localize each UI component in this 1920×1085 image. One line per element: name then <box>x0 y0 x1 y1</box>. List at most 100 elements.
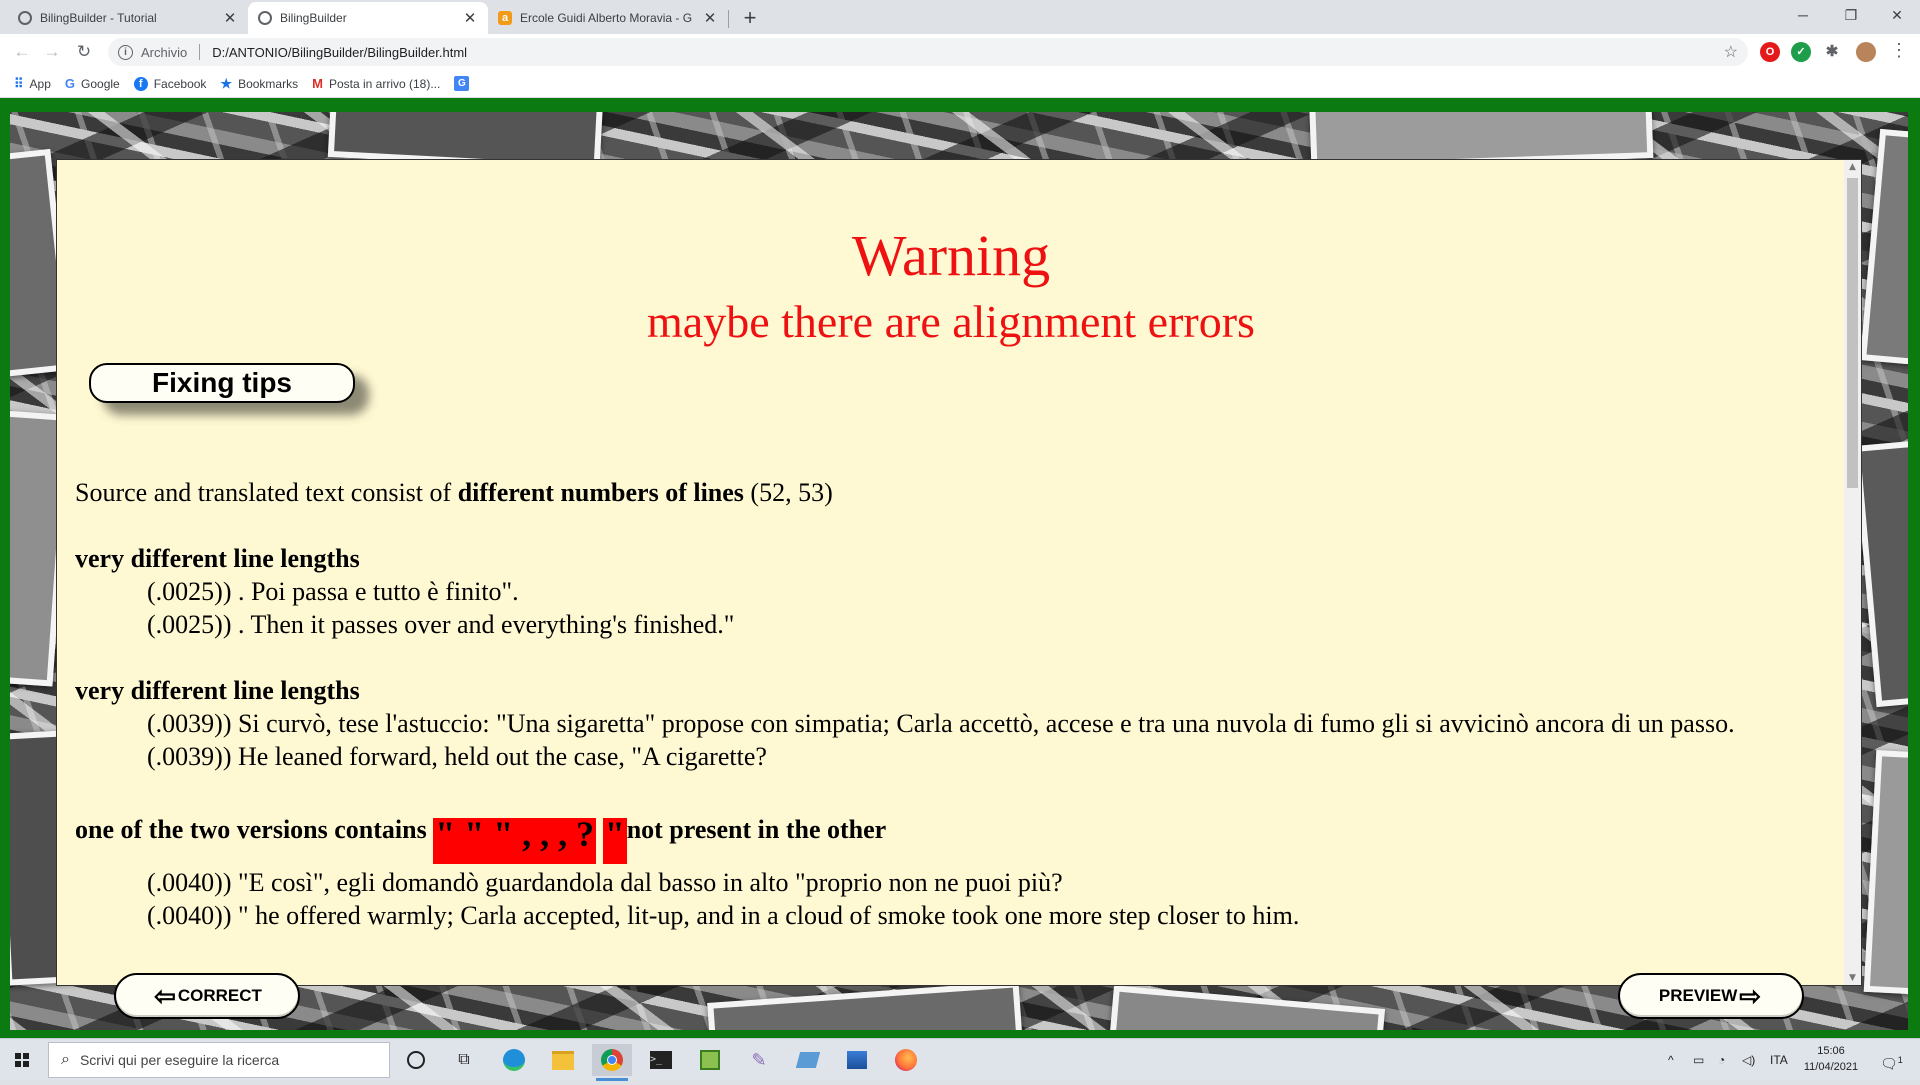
taskbar-clock[interactable]: 15:06 11/04/2021 <box>1796 1043 1866 1075</box>
issue-target-line: (.0025)) . Then it passes over and every… <box>147 610 735 639</box>
notepad-icon[interactable] <box>690 1044 730 1076</box>
address-bar[interactable]: i Archivio D:/ANTONIO/BilingBuilder/Bili… <box>108 38 1748 66</box>
extensions-puzzle-icon[interactable]: ✱ <box>1822 42 1842 62</box>
issue-source-line: (.0025)) . Poi passa e tutto è finito". <box>147 577 519 606</box>
punct-suffix: not present in the other <box>626 815 887 844</box>
cortana-icon[interactable] <box>396 1044 436 1076</box>
bookmark-label: Bookmarks <box>238 76 299 91</box>
shield-extension-icon[interactable]: ✓ <box>1791 42 1811 62</box>
browser-menu-icon[interactable]: ⋮ <box>1890 40 1908 61</box>
bookmark-google[interactable]: G Google <box>65 76 120 91</box>
language-indicator[interactable]: ITA <box>1770 1039 1788 1081</box>
app-icon[interactable] <box>788 1044 828 1076</box>
site-info-icon[interactable]: i <box>118 44 133 60</box>
tab-title: Ercole Guidi Alberto Moravia - G <box>520 11 693 25</box>
bookmarks-bar: ⠿ App G Google f Facebook ★ Bookmarks M … <box>0 70 1920 98</box>
punctuation-issue-heading: one of the two versions contains " " " ,… <box>75 813 1835 864</box>
punct-prefix: one of the two versions contains <box>75 815 434 844</box>
bookmark-star-icon[interactable]: ☆ <box>1724 42 1738 62</box>
issue-source-line: (.0040)) "E così", egli domandò guardand… <box>147 868 1063 897</box>
windows-logo-icon <box>15 1053 29 1067</box>
firefox-icon[interactable] <box>886 1044 926 1076</box>
amazon-icon: a <box>498 11 512 25</box>
paint-icon[interactable]: ✎ <box>739 1044 779 1076</box>
photos-icon[interactable] <box>837 1044 877 1076</box>
scrollbar-thumb[interactable] <box>1847 178 1858 488</box>
page-viewport: Warning maybe there are alignment errors… <box>0 98 1920 1038</box>
issue-target-line: (.0039)) He leaned forward, held out the… <box>147 742 767 771</box>
new-tab-button[interactable]: + <box>736 4 764 32</box>
tab-title: BilingBuilder - Tutorial <box>40 11 157 25</box>
clock-date: 11/04/2021 <box>1803 1061 1859 1073</box>
issue-target-line: (.0040)) " he offered warmly; Carla acce… <box>147 901 1300 930</box>
collage-photo <box>1863 750 1908 996</box>
bookmark-bookmarks[interactable]: ★ Bookmarks <box>220 76 298 92</box>
scroll-up-icon[interactable]: ▲ <box>1844 162 1861 172</box>
preview-button[interactable]: PREVIEW ⇨ <box>1618 973 1804 1019</box>
meet-now-icon[interactable]: ▭ <box>1693 1039 1704 1081</box>
punctuation-highlight: " " " , , , ? <box>433 816 597 864</box>
gmail-icon: M <box>312 76 323 91</box>
globe-icon <box>18 11 32 25</box>
tab-ercole-guidi[interactable]: a Ercole Guidi Alberto Moravia - G ✕ <box>488 2 728 34</box>
address-path[interactable]: D:/ANTONIO/BilingBuilder/BilingBuilder.h… <box>212 45 467 60</box>
tab-strip: BilingBuilder - Tutorial ✕ BilingBuilder… <box>0 0 1920 34</box>
back-arrow-icon: ⇦ <box>154 980 176 1011</box>
panel-scrollbar[interactable]: ▲ ▼ <box>1844 160 1861 985</box>
collage-photo <box>1106 985 1386 1030</box>
file-explorer-icon[interactable] <box>543 1044 583 1076</box>
close-tab-icon[interactable]: ✕ <box>462 9 478 27</box>
bookmark-translate[interactable]: G <box>454 76 475 91</box>
tray-overflow-icon[interactable]: ^ <box>1668 1039 1674 1081</box>
bookmark-gmail[interactable]: M Posta in arrivo (18)... <box>312 76 440 91</box>
clock-time: 15:06 <box>1817 1045 1845 1057</box>
edge-icon[interactable] <box>494 1044 534 1076</box>
reload-icon[interactable]: ↻ <box>70 38 98 66</box>
opera-extension-icon[interactable]: O <box>1760 42 1780 62</box>
task-view-icon[interactable]: ⧉ <box>444 1044 484 1076</box>
close-tab-icon[interactable]: ✕ <box>222 9 238 27</box>
minimize-icon[interactable]: ─ <box>1780 0 1826 30</box>
issue-heading-text: very different line lengths <box>75 544 360 573</box>
fixing-tips-button[interactable]: Fixing tips <box>89 363 355 403</box>
notifications-icon[interactable]: 🗨1 <box>1880 1039 1903 1081</box>
summary-text: Source and translated text consist of <box>75 478 458 507</box>
search-placeholder: Scrivi qui per eseguire la ricerca <box>79 1052 280 1068</box>
chrome-icon[interactable] <box>592 1044 632 1081</box>
start-button[interactable] <box>0 1039 46 1081</box>
profile-avatar[interactable] <box>1856 42 1876 62</box>
taskbar-search[interactable]: ⌕ Scrivi qui per eseguire la ricerca <box>48 1042 390 1078</box>
wifi-icon[interactable]: ◔ <box>1718 1039 1725 1081</box>
warning-panel: Warning maybe there are alignment errors… <box>56 159 1862 986</box>
bookmark-label: Facebook <box>153 76 207 91</box>
bookmark-label: Posta in arrivo (18)... <box>328 76 441 91</box>
forward-arrow-icon: ⇨ <box>1739 980 1762 1011</box>
punctuation-highlight: " <box>602 816 627 864</box>
tab-separator <box>728 10 729 28</box>
bookmark-app[interactable]: ⠿ App <box>14 76 51 92</box>
correct-button[interactable]: ⇦ CORRECT <box>114 973 300 1019</box>
tab-bilingbuilder-tutorial[interactable]: BilingBuilder - Tutorial ✕ <box>8 2 248 34</box>
tab-bilingbuilder[interactable]: BilingBuilder ✕ <box>248 2 488 34</box>
globe-icon <box>258 11 272 25</box>
warning-title: Warning <box>851 223 1051 288</box>
preview-label: PREVIEW <box>1658 986 1738 1005</box>
issue-heading-text: very different line lengths <box>75 676 360 705</box>
bookmark-facebook[interactable]: f Facebook <box>133 76 207 91</box>
summary-emphasis: different numbers of lines <box>457 478 744 507</box>
restore-icon[interactable]: ❐ <box>1828 0 1874 30</box>
back-icon[interactable]: ← <box>8 38 36 66</box>
issue-heading: very different line lengths <box>75 674 1835 707</box>
close-tab-icon[interactable]: ✕ <box>702 9 718 27</box>
scroll-down-icon[interactable]: ▼ <box>1844 973 1861 983</box>
alignment-report: Source and translated text consist of di… <box>75 476 1835 932</box>
address-scheme: Archivio <box>141 44 188 60</box>
volume-icon[interactable]: ◁) <box>1742 1039 1755 1081</box>
forward-icon[interactable]: → <box>38 38 66 66</box>
browser-toolbar: ← → ↻ i Archivio D:/ANTONIO/BilingBuilde… <box>0 34 1920 70</box>
address-divider <box>199 44 201 60</box>
terminal-icon[interactable]: >_ <box>641 1044 681 1076</box>
close-window-icon[interactable]: ✕ <box>1874 0 1920 30</box>
